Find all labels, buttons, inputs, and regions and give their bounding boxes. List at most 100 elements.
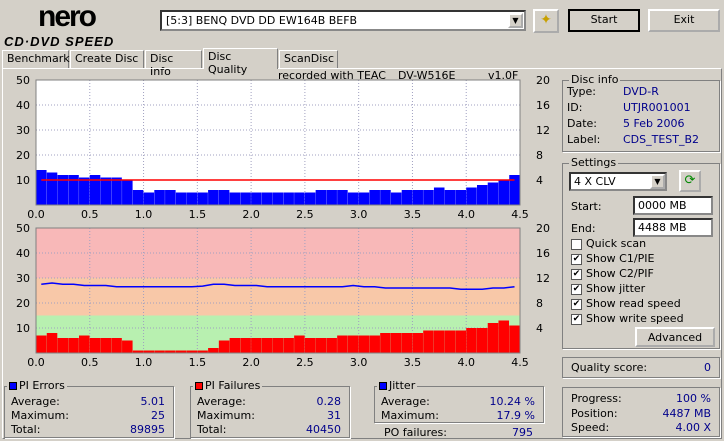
bar [283, 192, 294, 205]
checkbox-quick-scan[interactable]: Quick scan [571, 237, 646, 250]
checkbox-box[interactable]: ✔ [571, 253, 582, 265]
tab-disc-quality[interactable]: Disc Quality [203, 48, 278, 76]
checkbox-box[interactable] [571, 238, 582, 250]
x-tick-label: 0.5 [81, 208, 99, 221]
jitter-group: Jitter Average: 10.24 % Maximum: 17.9 % [374, 379, 544, 423]
bar [476, 185, 488, 205]
bar [261, 338, 273, 353]
speed-select[interactable]: 4 X CLV ▼ [569, 172, 667, 191]
bar [390, 192, 402, 205]
bar [304, 192, 316, 205]
bar [401, 190, 413, 205]
checkbox-box[interactable]: ✔ [571, 298, 582, 310]
bar [487, 323, 499, 353]
y-tick-label: 50 [16, 224, 30, 235]
bar [380, 333, 391, 353]
chevron-down-icon[interactable]: ▼ [650, 174, 665, 189]
bar [509, 325, 520, 353]
bar [143, 192, 155, 205]
pi-failures-title: PI Failures [205, 379, 261, 392]
bar [218, 190, 230, 205]
max-label: Maximum: [381, 409, 439, 422]
drive-info-icon[interactable]: ✦ [533, 9, 559, 33]
bar [412, 190, 423, 205]
y-tick-label: 10 [16, 174, 30, 187]
y-tick-label: 40 [16, 99, 30, 112]
bar [487, 182, 499, 205]
checkbox-show-read-speed[interactable]: ✔ Show read speed [571, 297, 681, 310]
x-tick-label: 2.0 [242, 208, 260, 221]
bar [326, 338, 337, 353]
end-label: End: [571, 222, 596, 235]
x-tick-label: 0.0 [27, 208, 45, 221]
type-label: Type: [567, 85, 596, 98]
bar [57, 338, 69, 353]
checkbox-box[interactable]: ✔ [571, 313, 582, 325]
bar [423, 190, 434, 205]
checkbox-show-jitter[interactable]: ✔ Show jitter [571, 282, 645, 295]
bar [165, 190, 176, 205]
bar [444, 330, 456, 353]
jitter-maximum: 17.9 % [496, 409, 535, 422]
bar [433, 330, 445, 353]
chevron-down-icon[interactable]: ▼ [508, 13, 523, 28]
max-label: Maximum: [11, 409, 69, 422]
bar [111, 338, 122, 353]
x-tick-label: 3.5 [404, 356, 422, 369]
bar [455, 330, 467, 353]
speed-label: Speed: [571, 421, 610, 434]
tab-create-disc[interactable]: Create Disc [70, 50, 144, 68]
settings-group: Settings 4 X CLV ▼ ⟳ Start: 0000 MB End: … [562, 156, 720, 349]
advanced-button[interactable]: Advanced [635, 327, 715, 347]
start-input[interactable]: 0000 MB [633, 196, 713, 215]
start-button[interactable]: Start [568, 9, 640, 32]
checkbox-show-write-speed[interactable]: ✔ Show write speed [571, 312, 684, 325]
tab-scandisc[interactable]: ScanDisc [279, 50, 338, 68]
bar [401, 333, 413, 353]
checkbox-show-c2-pif[interactable]: ✔ Show C2/PIF [571, 267, 654, 280]
bar [261, 192, 273, 205]
bar [68, 338, 79, 353]
y-tick-label: 20 [16, 297, 30, 310]
checkbox-box[interactable]: ✔ [571, 268, 582, 280]
pi-errors-total: 89895 [130, 423, 165, 436]
checkbox-label: Show read speed [586, 297, 681, 310]
bar [347, 192, 359, 205]
quality-score-value: 0 [704, 361, 711, 374]
settings-title: Settings [569, 156, 619, 169]
bar [132, 190, 144, 205]
end-input[interactable]: 4488 MB [633, 218, 713, 237]
type-value: DVD-R [623, 85, 659, 98]
y2-tick-label: 16 [536, 99, 550, 112]
tab-disc-info[interactable]: Disc Info [145, 50, 202, 78]
y-tick-label: 50 [16, 76, 30, 87]
speed-value: 4.00 X [675, 421, 711, 434]
bar [46, 172, 58, 205]
bar [218, 340, 230, 353]
bar [100, 177, 112, 205]
bar [272, 338, 284, 353]
drive-select[interactable]: [5:3] BENQ DVD DD EW164B BEFB ▼ [160, 10, 526, 31]
checkbox-box[interactable]: ✔ [571, 283, 582, 295]
checkbox-label: Show write speed [586, 312, 684, 325]
refresh-icon[interactable]: ⟳ [679, 170, 701, 192]
bar [229, 192, 241, 205]
bar [337, 190, 348, 205]
progress-label: Progress: [571, 392, 622, 405]
bar [315, 190, 327, 205]
pi-errors-maximum: 25 [151, 409, 165, 422]
bar [455, 190, 467, 205]
label-value: CDS_TEST_B2 [623, 133, 700, 146]
pi-failures-total: 40450 [306, 423, 341, 436]
pi-failures-group: PI Failures Average: 0.28 Maximum: 31 Tota… [190, 379, 350, 438]
x-tick-label: 1.5 [189, 208, 207, 221]
bar [283, 338, 294, 353]
y-tick-label: 10 [16, 322, 30, 335]
bar [251, 338, 262, 353]
tab-benchmark[interactable]: Benchmark [2, 50, 70, 68]
exit-button[interactable]: Exit [648, 9, 720, 32]
pi-failures-maximum: 31 [327, 409, 341, 422]
checkbox-show-c1-pie[interactable]: ✔ Show C1/PIE [571, 252, 654, 265]
x-tick-label: 3.5 [404, 208, 422, 221]
pi-errors-color-icon [9, 382, 17, 390]
